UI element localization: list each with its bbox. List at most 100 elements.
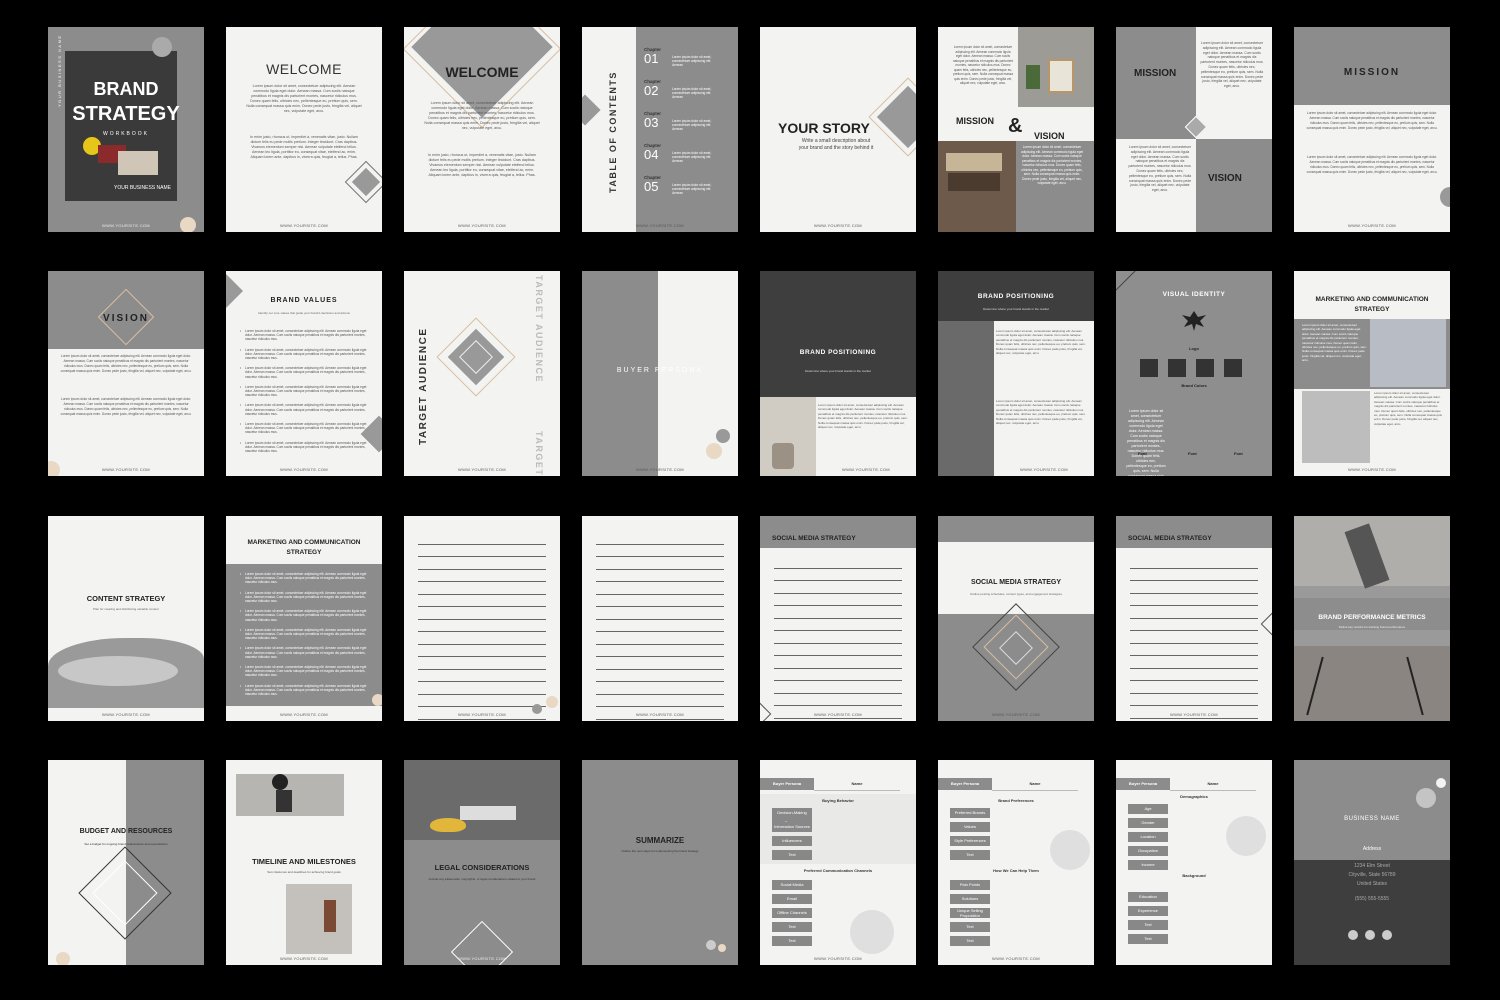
- pf2-field-3[interactable]: Style Preferences: [950, 836, 990, 846]
- social-media-page-1[interactable]: SOCIAL MEDIA STRATEGY WWW.YOURSITE.COM: [760, 516, 916, 721]
- pf3-field-3[interactable]: Location: [1128, 832, 1168, 842]
- instagram-icon[interactable]: [1365, 930, 1375, 940]
- timeline-photo-bottle: [286, 884, 352, 954]
- toc-chapter-1[interactable]: Chapter 01 Lorem ipsum dolor sit amet, c…: [644, 47, 711, 79]
- pf2-field-4[interactable]: Text: [950, 850, 990, 860]
- toc-page[interactable]: TABLE OF CONTENTS Chapter 01 Lorem ipsum…: [582, 27, 738, 232]
- persona-form-3[interactable]: Buyer Persona Name Demographics Age Gend…: [1116, 760, 1272, 965]
- pf1-field-4[interactable]: Text: [772, 850, 812, 860]
- mission-vision-page[interactable]: Lorem ipsum dolor sit amet, consectetuer…: [938, 27, 1094, 232]
- pf3-tab: Buyer Persona: [1116, 778, 1170, 790]
- legal-page[interactable]: LEGAL CONSIDERATIONS Include any tradema…: [404, 760, 560, 965]
- budget-page[interactable]: BUDGET AND RESOURCES Set a budget for on…: [48, 760, 204, 965]
- mv-text-bottom: Lorem ipsum dolor sit amet, consectetuer…: [1020, 145, 1084, 185]
- sm3-header: [1116, 516, 1272, 548]
- pf1-name-field[interactable]: Name: [814, 778, 900, 791]
- pf1-field-3[interactable]: Influencers: [772, 836, 812, 846]
- welcome2-title: WELCOME: [445, 64, 519, 80]
- pf1-field-6[interactable]: Email: [772, 894, 812, 904]
- pf2-field-8[interactable]: Text: [950, 922, 990, 932]
- persona-form-2[interactable]: Buyer Persona Name Brand Preferences Pre…: [938, 760, 1094, 965]
- toc-chapter-5[interactable]: Chapter 05 Lorem ipsum dolor sit amet, c…: [644, 175, 711, 207]
- pf3-field-5[interactable]: Income: [1128, 860, 1168, 870]
- welcome-page-2[interactable]: WELCOME Lorem ipsum dolor sit amet, cons…: [404, 27, 560, 232]
- vision-page[interactable]: VISION Lorem ipsum dolor sit amet, conse…: [48, 271, 204, 476]
- cover-page[interactable]: BRAND STRATEGY WORKBOOK YOUR BUSINESS NA…: [48, 27, 204, 232]
- welcome2-footer: WWW.YOURSITE.COM: [458, 223, 506, 228]
- visual-identity-page[interactable]: VISUAL IDENTITY Logo Brand Colors Lorem …: [1116, 271, 1272, 476]
- toc-chapter-2[interactable]: Chapter 02 Lorem ipsum dolor sit amet, c…: [644, 79, 711, 111]
- story-page[interactable]: YOUR STORY Write a small description abo…: [760, 27, 916, 232]
- mkt1-title: MARKETING AND COMMUNICATION STRATEGY: [1315, 296, 1429, 313]
- notes2-lines[interactable]: [596, 532, 724, 720]
- notes1-lines[interactable]: [418, 532, 546, 720]
- content-strategy-page[interactable]: CONTENT STRATEGY Plan for creating and d…: [48, 516, 204, 721]
- bpos1-subtitle: Determine where your brand stands in the…: [805, 369, 871, 373]
- pf2-field-7[interactable]: Unique Selling Proposition: [950, 908, 990, 918]
- pf2-deco-circle: [1050, 830, 1090, 870]
- pf1-field-8[interactable]: Text: [772, 922, 812, 932]
- mission-vision-split-page[interactable]: MISSION VISION Lorem ipsum dolor sit ame…: [1116, 27, 1272, 232]
- pf3-field-8[interactable]: Text: [1128, 920, 1168, 930]
- notes-page-2[interactable]: WWW.YOURSITE.COM: [582, 516, 738, 721]
- pf3-field-4[interactable]: Occupation: [1128, 846, 1168, 856]
- pf2-name-field[interactable]: Name: [992, 778, 1078, 791]
- pf3-field-7[interactable]: Experience: [1128, 906, 1168, 916]
- pf1-field-2[interactable]: Information Sources: [772, 822, 812, 832]
- social-media-page-2[interactable]: SOCIAL MEDIA STRATEGY Outline posting sc…: [938, 516, 1094, 721]
- target-audience-page[interactable]: TARGET AUDIENCE TARGET AUDIENCE TARGET A…: [404, 271, 560, 476]
- pf3-field-6[interactable]: Education: [1128, 892, 1168, 902]
- legal-title: LEGAL CONSIDERATIONS: [434, 863, 530, 872]
- mkt2-circle: [372, 694, 382, 706]
- marketing-page-1[interactable]: MARKETING AND COMMUNICATION STRATEGY Lor…: [1294, 271, 1450, 476]
- buyer-persona-page[interactable]: BUYER PERSONA WWW.YOURSITE.COM: [582, 271, 738, 476]
- persona-form-1[interactable]: Buyer Persona Name Buying Behavior Decis…: [760, 760, 916, 965]
- vi-swatch-1: [1140, 359, 1158, 377]
- sm2-subtitle: Outline posting schedules, content types…: [970, 592, 1062, 596]
- bv-subtitle: Identify our core values that guide your…: [258, 311, 350, 315]
- pf2-field-2[interactable]: Values: [950, 822, 990, 832]
- toc-chapter-3[interactable]: Chapter 03 Lorem ipsum dolor sit amet, c…: [644, 111, 711, 143]
- pf1-field-5[interactable]: Social Media: [772, 880, 812, 890]
- brand-positioning-page-2[interactable]: BRAND POSITIONING Determine where your b…: [938, 271, 1094, 476]
- pf3-name-field[interactable]: Name: [1170, 778, 1256, 791]
- mission-page[interactable]: MISSION Lorem ipsum dolor sit amet, cons…: [1294, 27, 1450, 232]
- welcome-page-1[interactable]: WELCOME Lorem ipsum dolor sit amet, cons…: [226, 27, 382, 232]
- vi-colors-label: Brand Colors: [1181, 383, 1207, 388]
- timeline-photo-ball: [272, 774, 288, 790]
- bc-street: 1234 Elm Street: [1354, 863, 1390, 869]
- bpos2-title: BRAND POSITIONING: [977, 293, 1055, 300]
- mv-photo-frame: [1048, 59, 1074, 93]
- pf1-field-9[interactable]: Text: [772, 936, 812, 946]
- pf3-field-9[interactable]: Text: [1128, 934, 1168, 944]
- pf3-field-1[interactable]: Age: [1128, 804, 1168, 814]
- pinterest-icon[interactable]: [1382, 930, 1392, 940]
- brand-positioning-page-1[interactable]: BRAND POSITIONING Determine where your b…: [760, 271, 916, 476]
- pf2-field-6[interactable]: Solutions: [950, 894, 990, 904]
- social-media-page-3[interactable]: SOCIAL MEDIA STRATEGY WWW.YOURSITE.COM: [1116, 516, 1272, 721]
- metrics-page[interactable]: BRAND PERFORMANCE METRICS Define key met…: [1294, 516, 1450, 721]
- timeline-photo-block: [276, 790, 292, 812]
- summarize-page[interactable]: SUMMARIZE Outline the next steps for imp…: [582, 760, 738, 965]
- timeline-page[interactable]: TIMELINE AND MILESTONES Set milestones a…: [226, 760, 382, 965]
- pf3-field-2[interactable]: Gender: [1128, 818, 1168, 828]
- toc-chapter-4[interactable]: Chapter 04 Lorem ipsum dolor sit amet, c…: [644, 143, 711, 175]
- pf1-field-7[interactable]: Offline Channels: [772, 908, 812, 918]
- pf2-field-1[interactable]: Preferred Brands: [950, 808, 990, 818]
- mkt1-photo-bulb: [1302, 391, 1370, 463]
- cover-vertical-text: YOUR BUSINESS NAME: [57, 34, 62, 107]
- brand-values-page[interactable]: BRAND VALUES Identify our core values th…: [226, 271, 382, 476]
- facebook-icon[interactable]: [1348, 930, 1358, 940]
- pf2-field-9[interactable]: Text: [950, 936, 990, 946]
- sm3-footer: WWW.YOURSITE.COM: [1170, 712, 1218, 717]
- pf1-section2: Preferred Communication Channels: [803, 868, 873, 873]
- marketing-page-2[interactable]: MARKETING AND COMMUNICATION STRATEGY Lor…: [226, 516, 382, 721]
- back-cover-page[interactable]: BUSINESS NAME Address 1234 Elm Street Ci…: [1294, 760, 1450, 965]
- welcome2-paragraph-2: In enim justo, rhoncus ut, imperdiet a, …: [428, 153, 536, 177]
- sm1-lines[interactable]: [774, 556, 902, 719]
- notes-page-1[interactable]: WWW.YOURSITE.COM: [404, 516, 560, 721]
- bpos2-photo-map: [938, 321, 994, 476]
- sm3-lines[interactable]: [1130, 556, 1258, 719]
- pf2-field-5[interactable]: Pain Points: [950, 880, 990, 890]
- welcome-footer: WWW.YOURSITE.COM: [280, 223, 328, 228]
